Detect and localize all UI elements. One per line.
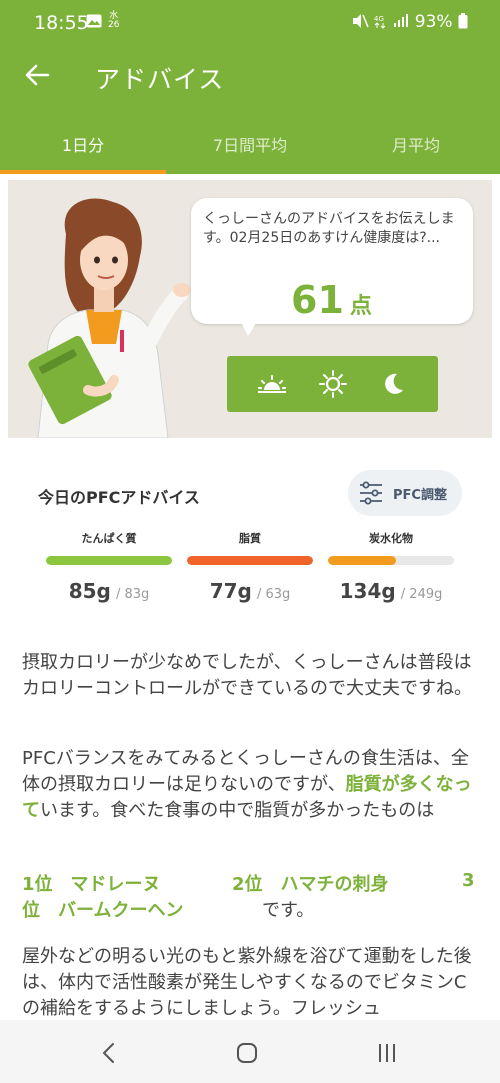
advice-paragraph-2-text-end: います。食べた食事の中で脂質が多かったものは	[40, 800, 435, 821]
pfc-section-title: 今日のPFCアドバイス	[38, 488, 200, 507]
battery-percent: 93%	[414, 12, 453, 32]
nutrient-name: 炭水化物	[369, 532, 413, 545]
chevron-left-icon	[102, 1043, 114, 1063]
pfc-adjust-label: PFC調整	[393, 488, 447, 503]
ranking-suffix: です。	[262, 900, 315, 921]
sun-icon[interactable]	[317, 368, 349, 400]
signal-icon	[394, 14, 409, 27]
ranking-second: 2位 ハマチの刺身	[232, 874, 389, 895]
tab-monthly-average[interactable]: 月平均	[333, 132, 499, 156]
advice-paragraph-3: 屋外などの明るい光のもと紫外線を浴びて運動をした後は、体内で活性酸素が発生しやす…	[22, 946, 472, 1019]
nutrient-unit: g	[237, 579, 252, 603]
nav-recents-button[interactable]	[372, 1038, 402, 1068]
ranking-first: 1位 マドレーヌ	[22, 874, 161, 895]
tab-indicator	[0, 170, 166, 174]
sunrise-icon[interactable]	[256, 368, 288, 400]
nutrient-carbs: 炭水化物 134g / 249g	[328, 530, 454, 603]
nutrient-name: 脂質	[239, 532, 261, 545]
nutrient-bar	[187, 556, 313, 565]
page-title: アドバイス	[95, 65, 225, 94]
nutrient-target: 249g	[409, 587, 443, 602]
system-nav-bar	[0, 1020, 500, 1083]
status-right: 4G 93%	[351, 12, 468, 32]
back-button[interactable]	[22, 60, 52, 90]
advice-paragraph-2: PFCバランスをみてみるとくっしーさんの食生活は、全体の摂取カロリーは足りないの…	[22, 746, 482, 824]
pfc-adjust-button[interactable]: PFC調整	[348, 470, 462, 516]
nutrient-bar-fill	[187, 556, 313, 565]
nutrient-protein: たんぱく質 85g / 83g	[46, 530, 172, 603]
moon-icon[interactable]	[377, 368, 409, 400]
nutrient-unit: g	[96, 579, 111, 603]
advisor-illustration	[28, 198, 191, 438]
nutrient-bar-fill	[328, 556, 397, 565]
health-score-value: 61	[291, 278, 344, 322]
arrow-left-icon	[25, 64, 50, 86]
nutrient-target: 63g	[265, 587, 291, 602]
period-tabs: 1日分 7日間平均 月平均	[0, 112, 500, 174]
health-score-unit: 点	[349, 294, 372, 319]
time-of-day-toggle	[227, 356, 438, 412]
nutrient-value: 85	[68, 579, 97, 603]
nav-home-button[interactable]	[232, 1038, 262, 1068]
recents-icon	[379, 1044, 395, 1062]
nav-back-button[interactable]	[94, 1038, 124, 1068]
ranking-third-number: 3	[462, 870, 475, 891]
status-time: 18:55	[34, 12, 89, 34]
nutrient-bar	[328, 556, 454, 565]
tab-seven-day-average[interactable]: 7日間平均	[167, 132, 333, 156]
battery-icon	[458, 13, 468, 29]
nutrient-unit: g	[381, 579, 396, 603]
nutrient-bar	[46, 556, 172, 565]
svg-text:4G: 4G	[374, 15, 384, 23]
nutrient-value: 134	[339, 579, 382, 603]
status-bar: 18:55 水 26 4G 93%	[0, 0, 500, 46]
app-bar: アドバイス	[0, 46, 500, 112]
sliders-icon	[360, 481, 382, 505]
advice-speech-bubble[interactable]: くっしーさんのアドバイスをお伝えします。02月25日のあすけん健康度は?... …	[191, 198, 473, 324]
nutrient-value: 77	[209, 579, 238, 603]
nutrient-fat: 脂質 77g / 63g	[187, 530, 313, 603]
speech-bubble-tail	[240, 320, 258, 336]
advice-hero: くっしーさんのアドバイスをお伝えします。02月25日のあすけん健康度は?... …	[8, 180, 492, 438]
tab-one-day[interactable]: 1日分	[0, 132, 166, 156]
calendar-badge-icon: 水 26	[108, 11, 120, 30]
ranking-third: 位 バームクーヘン	[22, 900, 184, 921]
advice-message: くっしーさんのアドバイスをお伝えします。02月25日のあすけん健康度は?...	[203, 211, 455, 246]
health-score: 61 点	[291, 278, 372, 322]
home-icon	[237, 1043, 257, 1063]
nutrient-target: 83g	[124, 587, 150, 602]
mute-icon	[352, 14, 369, 28]
gallery-icon	[86, 14, 102, 32]
lte-icon: 4G	[374, 15, 386, 29]
advice-paragraph-1: 摂取カロリーが少なめでしたが、くっしーさんは普段はカロリーコントロールができてい…	[22, 652, 472, 699]
nutrient-bar-fill	[46, 556, 172, 565]
nutrient-name: たんぱく質	[81, 532, 137, 545]
